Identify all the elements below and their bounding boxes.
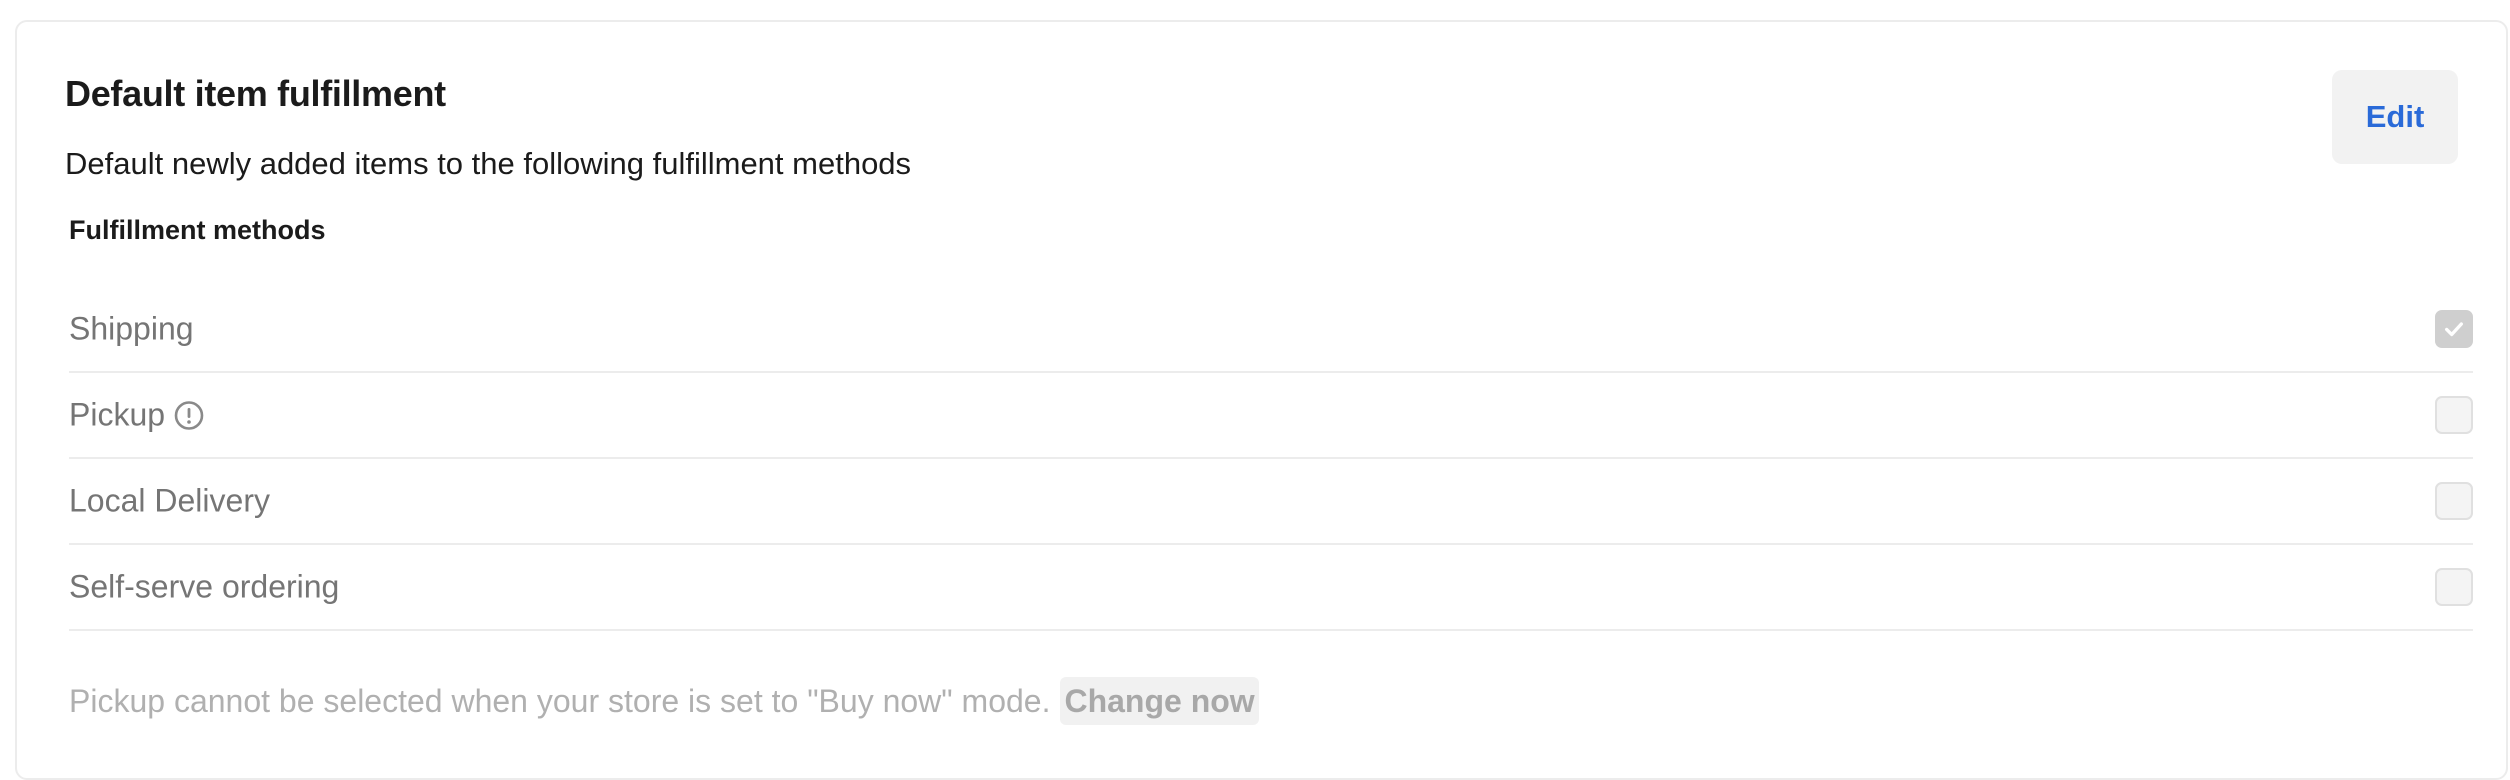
method-label-local-delivery: Local Delivery [69, 482, 270, 519]
checkbox-self-serve[interactable] [2435, 568, 2473, 606]
fulfillment-card: Default item fulfillment Default newly a… [15, 20, 2508, 780]
checkbox-pickup[interactable] [2435, 396, 2473, 434]
footer-note-text: Pickup cannot be selected when your stor… [69, 683, 1051, 719]
method-label-pickup: Pickup [69, 396, 166, 433]
checkbox-local-delivery[interactable] [2435, 482, 2473, 520]
checkmark-icon [2445, 322, 2463, 337]
method-label-shipping: Shipping [69, 310, 194, 347]
method-row-pickup: Pickup [69, 373, 2473, 459]
edit-button[interactable]: Edit [2332, 70, 2458, 164]
change-now-link[interactable]: Change now [1060, 677, 1259, 725]
checkbox-shipping[interactable] [2435, 310, 2473, 348]
info-circle-icon[interactable] [173, 399, 205, 431]
method-row-local-delivery: Local Delivery [69, 459, 2473, 545]
fulfillment-methods-list: Shipping Pickup Local Delivery Self-serv… [69, 287, 2473, 631]
method-row-self-serve: Self-serve ordering [69, 545, 2473, 631]
section-label: Fulfillment methods [69, 215, 326, 245]
card-title: Default item fulfillment [65, 73, 446, 114]
method-label-self-serve: Self-serve ordering [69, 568, 340, 605]
method-row-shipping: Shipping [69, 287, 2473, 373]
card-subtitle: Default newly added items to the followi… [65, 146, 912, 181]
pickup-disabled-note: Pickup cannot be selected when your stor… [69, 677, 1259, 725]
